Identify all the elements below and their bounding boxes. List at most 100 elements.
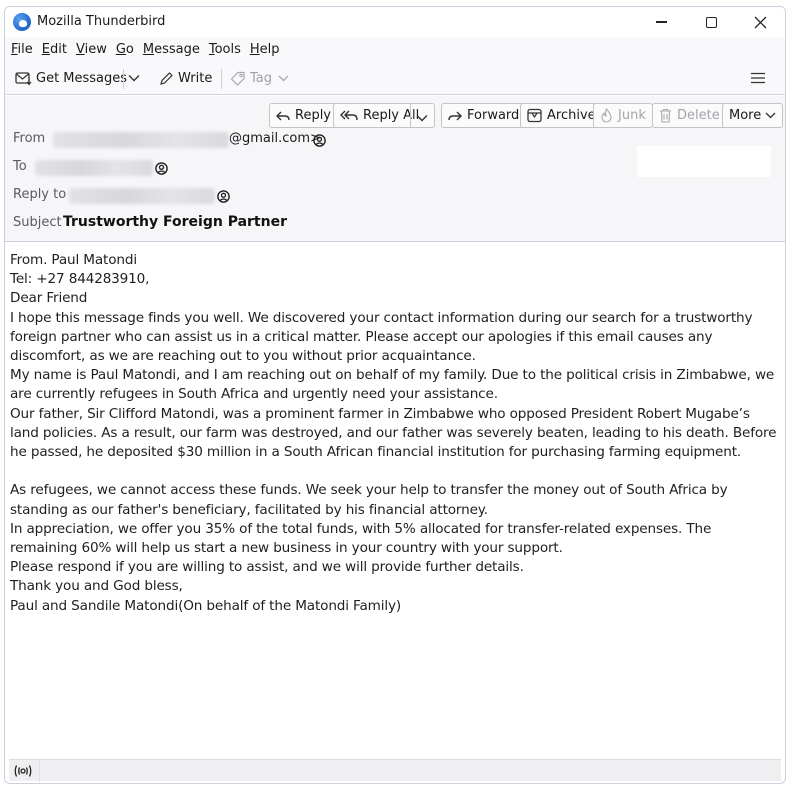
delete-button[interactable]: Delete (652, 103, 727, 128)
junk-label: Junk (618, 108, 646, 123)
contact-icon[interactable] (313, 134, 326, 147)
write-button[interactable]: Write (159, 67, 212, 89)
subject-label: Subject (13, 215, 62, 230)
window-title: Mozilla Thunderbird (37, 14, 166, 29)
reply-button[interactable]: Reply (269, 103, 339, 128)
junk-button[interactable]: Junk (593, 103, 653, 128)
split-divider (410, 104, 411, 127)
menu-go-label: o (125, 41, 134, 57)
main-toolbar: Get Messages Write Tag (5, 61, 785, 95)
thunderbird-logo-icon (13, 13, 31, 31)
get-messages-label: Get Messages (36, 70, 128, 86)
chevron-down-icon (765, 112, 776, 119)
menu-tools[interactable]: Tools (209, 42, 241, 57)
body-line: Thank you and God bless, (10, 578, 183, 595)
body-signature: Paul and Sandile Matondi(On behalf of th… (10, 597, 402, 614)
get-messages-dropdown[interactable] (128, 67, 144, 89)
toolbar-separator (123, 69, 124, 89)
archive-icon (527, 108, 542, 123)
inbox-download-icon (15, 71, 32, 85)
from-address[interactable]: @gmail.com> (229, 131, 321, 146)
contact-icon[interactable] (155, 162, 168, 175)
toolbar-separator (221, 69, 222, 89)
chevron-down-icon (416, 115, 428, 122)
body-line: From. Paul Matondi (10, 252, 137, 268)
reply-icon (276, 111, 290, 120)
reply-all-button[interactable]: Reply All (333, 103, 435, 128)
reply-all-dropdown[interactable] (416, 111, 433, 126)
menu-edit-label: dit (50, 41, 67, 57)
subject-value: Trustworthy Foreign Partner (63, 214, 287, 230)
menu-go-accel: G (115, 41, 126, 57)
redacted-date-box (637, 146, 771, 177)
junk-flame-icon (601, 108, 612, 123)
write-label: Write (178, 70, 213, 86)
body-paragraph: My name is Paul Matondi, and I am reachi… (10, 367, 775, 403)
body-paragraph: As refugees, we cannot access these fund… (10, 482, 728, 518)
to-redacted[interactable] (35, 160, 153, 176)
app-menu-button[interactable] (751, 67, 769, 89)
menu-edit[interactable]: Edit (42, 42, 67, 57)
menu-bar: File Edit View Go Message Tools Help (5, 37, 785, 61)
more-button[interactable]: More (722, 103, 784, 128)
trash-icon (660, 108, 671, 123)
message-body: From. Paul Matondi Tel: +27 844283910, D… (10, 251, 780, 616)
body-paragraph: I hope this message finds you well. We d… (10, 309, 753, 365)
tag-button[interactable]: Tag (230, 67, 293, 89)
forward-button[interactable]: Forward (441, 103, 527, 128)
archive-button[interactable]: Archive (520, 103, 603, 128)
reply-to-redacted[interactable] (69, 188, 215, 204)
tag-icon (230, 71, 245, 86)
thunderbird-window: Mozilla Thunderbird File Edit View Go Me… (4, 6, 786, 784)
menu-message[interactable]: Message (143, 42, 200, 57)
menu-help-accel: H (249, 41, 260, 57)
maximize-button[interactable] (691, 9, 731, 35)
title-bar: Mozilla Thunderbird (5, 7, 785, 37)
menu-view-label: iew (84, 41, 107, 57)
message-header-pane: Reply Reply All Forward Archive Junk Del… (5, 96, 785, 242)
menu-help[interactable]: Help (250, 42, 280, 57)
from-redacted (53, 132, 229, 148)
forward-icon (448, 111, 462, 120)
body-line: Dear Friend (10, 290, 88, 307)
reply-label: Reply (295, 108, 332, 123)
menu-help-label: elp (259, 41, 280, 57)
minimize-button[interactable] (641, 9, 681, 35)
hamburger-menu-icon (751, 72, 765, 84)
forward-label: Forward (467, 108, 520, 123)
reply-to-label: Reply to (13, 187, 67, 202)
body-line: Tel: +27 844283910, (10, 271, 150, 288)
online-status-icon[interactable] (13, 763, 33, 779)
archive-label: Archive (547, 108, 596, 123)
from-label: From (13, 131, 46, 146)
to-label: To (13, 159, 27, 174)
close-icon (754, 16, 766, 28)
menu-edit-accel: E (41, 41, 50, 57)
tag-label: Tag (250, 70, 273, 86)
chevron-down-icon (278, 75, 289, 81)
menu-file[interactable]: File (11, 42, 33, 57)
reply-all-icon (340, 110, 358, 121)
status-divider (39, 760, 40, 782)
get-messages-button[interactable]: Get Messages (15, 67, 127, 89)
menu-message-accel: M (142, 41, 155, 57)
status-bar (9, 759, 781, 782)
pencil-icon (160, 71, 173, 85)
menu-view[interactable]: View (76, 42, 107, 57)
chevron-down-icon (128, 75, 140, 82)
maximize-icon (705, 16, 717, 28)
menu-tools-label: ools (214, 41, 241, 57)
menu-view-accel: V (75, 41, 85, 57)
menu-message-label: essage (154, 41, 200, 57)
body-paragraph: In appreciation, we offer you 35% of the… (10, 520, 712, 557)
body-paragraph: Our father, Sir Clifford Matondi, was a … (10, 405, 777, 461)
menu-file-label: ile (17, 41, 33, 57)
more-label: More (729, 108, 762, 123)
minimize-icon (655, 21, 667, 23)
body-blank-line (10, 462, 780, 481)
menu-go[interactable]: Go (116, 42, 134, 57)
body-line: Please respond if you are willing to ass… (10, 559, 524, 576)
delete-label: Delete (677, 108, 720, 123)
contact-icon[interactable] (217, 190, 230, 203)
close-button[interactable] (740, 9, 780, 35)
